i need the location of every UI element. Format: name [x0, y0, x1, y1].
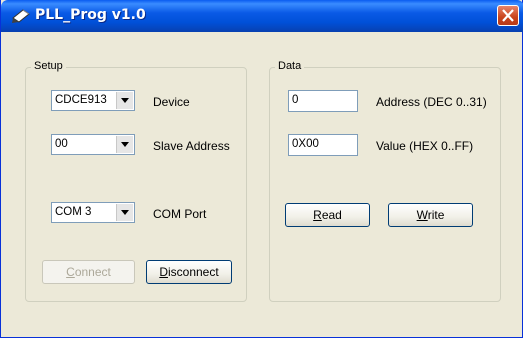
com-port-label: COM Port — [153, 207, 207, 221]
value-field[interactable]: 0X00 — [288, 134, 358, 156]
address-field-value: 0 — [292, 94, 299, 106]
com-port-dropdown-button[interactable] — [116, 204, 133, 221]
connect-button[interactable]: Connect — [42, 260, 135, 284]
device-select[interactable]: CDCE913 — [51, 90, 135, 111]
chevron-down-icon — [121, 98, 129, 103]
connect-button-label: onnect — [74, 265, 111, 279]
device-select-value: CDCE913 — [55, 94, 107, 106]
slave-address-value: 00 — [55, 138, 68, 150]
device-label: Device — [153, 95, 190, 109]
disconnect-button-label: isconnect — [167, 265, 219, 279]
write-button[interactable]: Write — [388, 203, 473, 227]
read-button[interactable]: Read — [285, 203, 370, 227]
read-button-key: R — [313, 208, 322, 222]
slave-address-label: Slave Address — [153, 139, 230, 153]
close-button[interactable] — [497, 5, 519, 26]
close-icon — [502, 9, 514, 22]
title-bar[interactable]: PLL_Prog v1.0 — [1, 0, 523, 32]
write-button-label: rite — [427, 208, 445, 222]
slave-address-dropdown-button[interactable] — [116, 136, 133, 153]
value-label: Value (HEX 0..FF) — [376, 139, 474, 153]
device-dropdown-button[interactable] — [116, 92, 133, 109]
app-window: PLL_Prog v1.0 Setup CDCE913 Device 00 Sl… — [0, 0, 523, 338]
window-title: PLL_Prog v1.0 — [35, 7, 146, 23]
value-field-value: 0X00 — [292, 138, 319, 150]
disconnect-button-key: D — [159, 265, 168, 279]
disconnect-button[interactable]: Disconnect — [146, 260, 232, 284]
setup-legend: Setup — [31, 60, 66, 72]
address-field[interactable]: 0 — [288, 90, 358, 112]
chevron-down-icon — [121, 210, 129, 215]
connect-button-key: C — [66, 265, 75, 279]
chevron-down-icon — [121, 142, 129, 147]
data-legend: Data — [275, 60, 305, 72]
com-port-value: COM 3 — [55, 206, 92, 218]
address-label: Address (DEC 0..31) — [376, 95, 487, 109]
com-port-select[interactable]: COM 3 — [51, 202, 135, 223]
write-button-key: W — [416, 208, 428, 222]
read-button-label: ead — [321, 208, 342, 222]
slave-address-select[interactable]: 00 — [51, 134, 135, 155]
pencil-icon — [11, 8, 31, 24]
